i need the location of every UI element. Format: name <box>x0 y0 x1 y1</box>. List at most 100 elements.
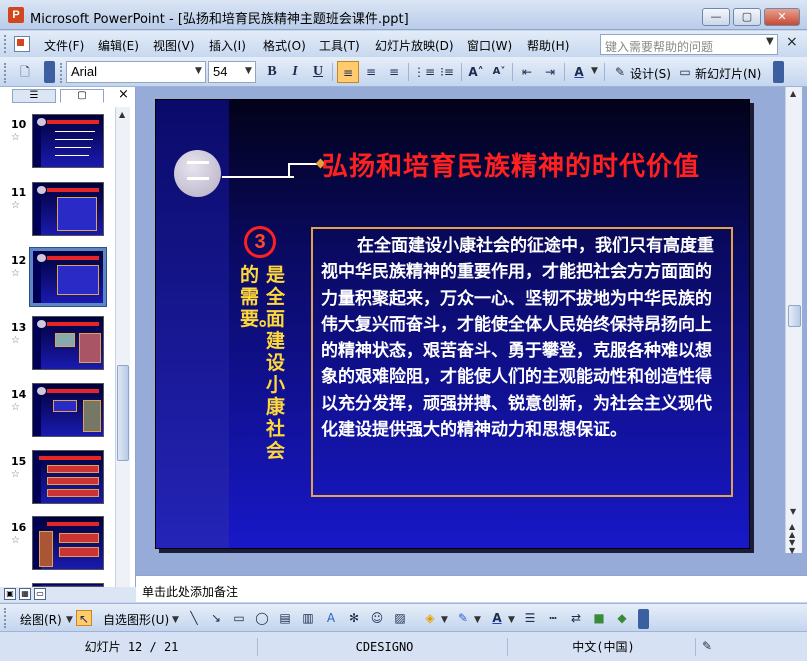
increase-font-icon[interactable]: A˄ <box>465 61 487 83</box>
help-search-input[interactable]: 键入需要帮助的问题 <box>600 34 778 55</box>
decrease-indent-icon[interactable]: ⇤ <box>516 61 538 83</box>
dash-style-icon[interactable]: ┅ <box>545 610 561 626</box>
menu-edit[interactable]: 编辑(E) <box>98 37 139 54</box>
line-color-icon[interactable]: ✎ <box>455 610 471 626</box>
fill-color-dropdown-icon[interactable]: ▼ <box>441 615 448 625</box>
draw-dropdown-icon[interactable]: ▼ <box>66 615 73 625</box>
autoshapes-button[interactable]: 自选图形(U) <box>103 611 169 628</box>
select-pointer-icon[interactable]: ↖ <box>76 610 92 626</box>
toolbar-grip-2[interactable] <box>60 63 64 83</box>
current-slide[interactable]: 弘扬和培育民族精神的时代价值 3 是全面建设小康社会 的需要。 在全面建设小康社… <box>155 99 750 549</box>
font-name-select[interactable]: Arial <box>66 61 206 83</box>
scroll-up-icon[interactable]: ▲ <box>119 110 125 119</box>
menu-file[interactable]: 文件(F) <box>44 37 84 54</box>
slide-title[interactable]: 弘扬和培育民族精神的时代价值 <box>322 146 700 183</box>
drawbar-grip[interactable] <box>4 608 8 628</box>
font-color-icon[interactable]: A <box>568 61 590 83</box>
align-right-icon[interactable]: ≡ <box>383 61 405 83</box>
line-style-icon[interactable]: ☰ <box>522 610 538 626</box>
toolbar-grip[interactable] <box>4 63 8 83</box>
notes-placeholder[interactable]: 单击此处添加备注 <box>142 583 238 600</box>
slide-thumbnail-selected[interactable] <box>29 247 107 307</box>
slide-thumbnail[interactable] <box>32 114 104 168</box>
italic-button[interactable]: I <box>284 61 306 83</box>
drawbar-overflow-icon[interactable] <box>638 609 649 629</box>
arrow-style-icon[interactable]: ⇄ <box>568 610 584 626</box>
menu-format[interactable]: 格式(O) <box>263 37 306 54</box>
textbox-icon[interactable]: ▤ <box>277 610 293 626</box>
font-name-dropdown-icon[interactable]: ▼ <box>195 66 202 76</box>
vertical-text-col1[interactable]: 是全面建设小康社会 <box>266 264 290 462</box>
menu-tools[interactable]: 工具(T) <box>319 37 360 54</box>
underline-button[interactable]: U <box>307 61 329 83</box>
font-color-dropdown-icon[interactable]: ▼ <box>508 615 515 625</box>
decrease-font-icon[interactable]: A˅ <box>488 61 510 83</box>
document-icon[interactable] <box>14 36 30 52</box>
toolbar-options-icon[interactable] <box>44 61 55 83</box>
new-slide-icon[interactable]: ▭ <box>674 61 696 83</box>
menu-help[interactable]: 帮助(H) <box>527 37 569 54</box>
menu-window[interactable]: 窗口(W) <box>467 37 512 54</box>
line-icon[interactable]: ╲ <box>186 610 202 626</box>
scroll-thumb[interactable] <box>117 365 129 461</box>
numbered-list-icon[interactable]: ⋮≡ <box>413 61 435 83</box>
minimize-button[interactable]: — <box>702 8 730 26</box>
slideshow-view-icon[interactable]: ▭ <box>34 588 46 600</box>
scroll-down-icon[interactable]: ▼ <box>790 507 796 516</box>
toolbar-overflow-icon[interactable] <box>773 61 784 83</box>
slide-thumbnail[interactable] <box>32 316 104 370</box>
pane-close-icon[interactable]: × <box>118 88 129 101</box>
fill-color-icon[interactable]: ◈ <box>422 610 438 626</box>
normal-view-icon[interactable]: ▣ <box>4 588 16 600</box>
scroll-up-icon[interactable]: ▲ <box>790 89 796 98</box>
slide-body-textbox[interactable]: 在全面建设小康社会的征途中，我们只有高度重视中华民族精神的重要作用，才能把社会方… <box>311 227 733 497</box>
menu-grip[interactable] <box>4 35 8 53</box>
outline-tab-icon[interactable]: ☰ <box>12 89 56 103</box>
slide-thumbnail[interactable] <box>32 383 104 437</box>
vertical-textbox-icon[interactable]: ▥ <box>300 610 316 626</box>
language-status[interactable]: 中文(中国) <box>512 638 696 656</box>
align-left-icon[interactable]: ≡ <box>337 61 359 83</box>
notes-pane[interactable]: 单击此处添加备注 <box>136 575 807 602</box>
close-button[interactable]: ✕ <box>764 8 800 26</box>
draw-menu-button[interactable]: 绘图(R) <box>20 611 62 628</box>
slide-sorter-icon[interactable]: ▦ <box>19 588 31 600</box>
next-slide-icon[interactable]: ▼ ▼ <box>789 539 795 555</box>
scroll-thumb[interactable] <box>788 305 801 327</box>
menu-view[interactable]: 视图(V) <box>153 37 195 54</box>
design-button[interactable]: 设计(S) <box>630 65 671 82</box>
clipart-icon[interactable]: ☺ <box>369 610 385 626</box>
shadow-style-icon[interactable]: ■ <box>591 610 607 626</box>
3d-style-icon[interactable]: ◆ <box>614 610 630 626</box>
slides-tab-icon[interactable]: ▢ <box>60 89 104 103</box>
design-icon[interactable]: ✎ <box>609 61 631 83</box>
menu-slideshow[interactable]: 幻灯片放映(D) <box>375 37 454 54</box>
rectangle-icon[interactable]: ▭ <box>231 610 247 626</box>
font-color-dropdown-icon[interactable]: ▼ <box>591 66 598 76</box>
slide-thumbnail[interactable] <box>32 182 104 236</box>
diagram-icon[interactable]: ✻ <box>346 610 362 626</box>
font-color-icon[interactable]: A <box>489 610 505 626</box>
bold-button[interactable]: B <box>261 61 283 83</box>
document-close-icon[interactable]: × <box>786 34 798 50</box>
new-slide-button[interactable]: 新幻灯片(N) <box>695 65 761 82</box>
slides-pane-scrollbar[interactable]: ▲ <box>115 107 130 587</box>
line-color-dropdown-icon[interactable]: ▼ <box>474 615 481 625</box>
new-document-icon[interactable]: 🗋 <box>14 61 36 83</box>
vertical-text-col2[interactable]: 的需要。 <box>240 264 278 330</box>
slide-vertical-scrollbar[interactable]: ▲ ▼ ▲ ▲ ▼ ▼ <box>785 87 802 555</box>
arrow-icon[interactable]: ↘ <box>208 610 224 626</box>
autoshapes-dropdown-icon[interactable]: ▼ <box>172 615 179 625</box>
oval-icon[interactable]: ◯ <box>254 610 270 626</box>
increase-indent-icon[interactable]: ⇥ <box>539 61 561 83</box>
menu-insert[interactable]: 插入(I) <box>209 37 246 54</box>
font-size-dropdown-icon[interactable]: ▼ <box>245 66 252 76</box>
align-center-icon[interactable]: ≡ <box>360 61 382 83</box>
picture-icon[interactable]: ▨ <box>392 610 408 626</box>
spelling-check-icon[interactable]: ✎ <box>699 638 715 654</box>
previous-slide-icon[interactable]: ▲ ▲ <box>789 523 795 539</box>
help-dropdown-icon[interactable]: ▼ <box>766 36 774 47</box>
bulleted-list-icon[interactable]: ⁝≡ <box>436 61 458 83</box>
wordart-icon[interactable]: A <box>323 610 339 626</box>
slide-thumbnail[interactable] <box>32 516 104 570</box>
